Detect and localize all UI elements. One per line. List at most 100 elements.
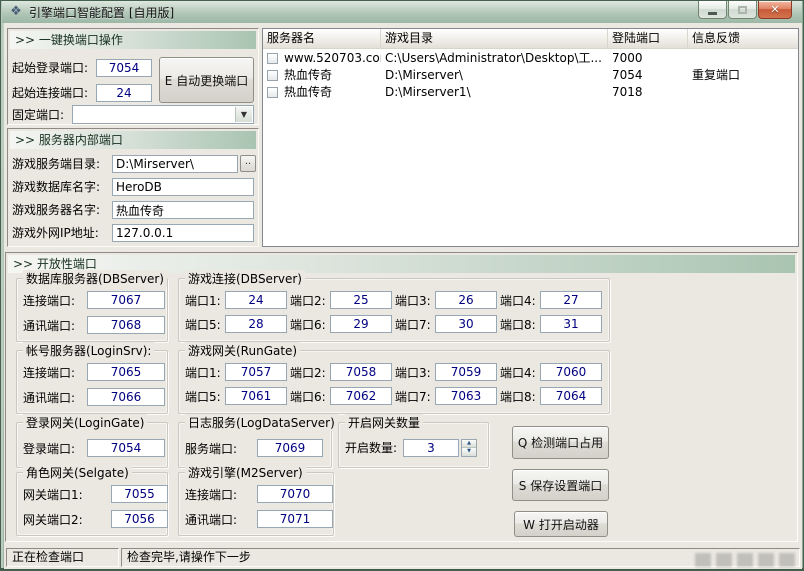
- m2-comm-port-input[interactable]: [257, 510, 333, 528]
- gameconn-port7-input[interactable]: [435, 315, 497, 333]
- group-logingate: 登录网关(LoginGate) 登录端口:: [16, 414, 168, 468]
- titlebar[interactable]: ❖ 引擎端口智能配置 [自用版] ✕: [2, 1, 802, 23]
- chevron-down-icon[interactable]: ▼: [235, 107, 252, 122]
- group-logdata: 日志服务(LogDataServer) 服务端口:: [178, 414, 338, 468]
- close-button[interactable]: ✕: [758, 1, 792, 19]
- port5-label: 端口5:: [185, 317, 221, 332]
- gameconn-port5-input[interactable]: [225, 315, 287, 333]
- group-loginsrv: 帐号服务器(LoginSrv): 连接端口: 通讯端口:: [16, 342, 168, 414]
- gameconn-port6-input[interactable]: [330, 315, 392, 333]
- group-dbserver: 数据库服务器(DBServer) 连接端口: 通讯端口:: [16, 270, 168, 342]
- gate-count-label: 开启数量:: [345, 441, 398, 455]
- column-header-server-name[interactable]: 服务器名: [263, 29, 381, 48]
- maximize-button[interactable]: [728, 1, 757, 19]
- rungate-port1-input[interactable]: [225, 363, 287, 381]
- status-bar: 正在检查端口 检查完毕,请操作下一步: [5, 547, 801, 568]
- port4-label: 端口4:: [500, 293, 536, 308]
- m2-comm-port-label: 通讯端口:: [185, 512, 238, 527]
- db-connect-port-input[interactable]: [87, 291, 165, 309]
- port3-label: 端口3:: [395, 293, 431, 308]
- column-header-game-dir[interactable]: 游戏目录: [381, 29, 608, 48]
- port7-label: 端口7:: [395, 389, 431, 404]
- selgate-port1-input[interactable]: [111, 485, 168, 503]
- open-launcher-button[interactable]: W 打开启动器: [514, 511, 608, 537]
- gate-count-stepper[interactable]: ▲ ▼: [461, 439, 477, 457]
- group-selgate-title: 角色网关(Selgate): [23, 464, 132, 481]
- logdata-port-input[interactable]: [257, 439, 323, 457]
- logdata-port-label: 服务端口:: [185, 441, 238, 456]
- loginsrv-connect-port-label: 连接端口:: [23, 365, 76, 380]
- minimize-icon: [708, 11, 717, 15]
- panel-internal-header: >> 服务器内部端口: [10, 131, 256, 149]
- loginsrv-connect-port-input[interactable]: [87, 363, 165, 381]
- game-ip-input[interactable]: [112, 224, 254, 242]
- start-login-port-input[interactable]: [96, 59, 152, 77]
- minimize-button[interactable]: [698, 1, 727, 19]
- table-row[interactable]: 热血传奇 D:\Mirserver1\ 7018: [263, 83, 798, 100]
- m2-connect-port-label: 连接端口:: [185, 487, 238, 502]
- group-game-connect-title: 游戏连接(DBServer): [185, 270, 305, 287]
- gameconn-port3-input[interactable]: [435, 291, 497, 309]
- stepper-down-icon[interactable]: ▼: [462, 448, 476, 456]
- fixed-port-label: 固定端口:: [12, 108, 65, 122]
- game-server-dir-input[interactable]: [112, 155, 238, 173]
- rungate-port5-input[interactable]: [225, 387, 287, 405]
- port4-label: 端口4:: [500, 365, 536, 380]
- rungate-port7-input[interactable]: [435, 387, 497, 405]
- loginsrv-comm-port-input[interactable]: [87, 388, 165, 406]
- maximize-icon: [738, 5, 747, 14]
- gameconn-port4-input[interactable]: [540, 291, 602, 309]
- row-checkbox[interactable]: [267, 70, 278, 81]
- panel-open-ports: >> 开放性端口 数据库服务器(DBServer) 连接端口: 通讯端口: 游戏…: [5, 252, 798, 542]
- rungate-port6-input[interactable]: [330, 387, 392, 405]
- game-db-name-input[interactable]: [112, 178, 254, 196]
- app-window: ❖ 引擎端口智能配置 [自用版] ✕ >> 一键换端口操作 起始登录端口: 起始…: [0, 0, 804, 571]
- fixed-port-combobox[interactable]: ▼: [72, 105, 254, 124]
- port2-label: 端口2:: [290, 365, 326, 380]
- selgate-port1-label: 网关端口1:: [23, 487, 83, 502]
- db-connect-port-label: 连接端口:: [23, 293, 76, 308]
- rungate-port4-input[interactable]: [540, 363, 602, 381]
- column-header-login-port[interactable]: 登陆端口: [608, 29, 688, 48]
- m2-connect-port-input[interactable]: [257, 485, 333, 503]
- row-checkbox[interactable]: [267, 52, 278, 64]
- rungate-port8-input[interactable]: [540, 387, 602, 405]
- gameconn-port8-input[interactable]: [540, 315, 602, 333]
- logingate-port-input[interactable]: [87, 439, 165, 457]
- game-server-dir-label: 游戏服务端目录:: [12, 157, 101, 171]
- port8-label: 端口8:: [500, 389, 536, 404]
- group-logingate-title: 登录网关(LoginGate): [23, 414, 148, 431]
- cell-login-port: 7000: [612, 50, 643, 65]
- port5-label: 端口5:: [185, 389, 221, 404]
- check-port-usage-button[interactable]: Q 检测端口占用: [512, 426, 609, 459]
- cell-login-port: 7054: [612, 67, 643, 82]
- stepper-up-icon[interactable]: ▲: [462, 440, 476, 448]
- group-loginsrv-title: 帐号服务器(LoginSrv):: [23, 342, 155, 359]
- panel-quick-port: >> 一键换端口操作 起始登录端口: 起始连接端口: E 自动更换端口 固定端口…: [7, 28, 259, 125]
- selgate-port2-input[interactable]: [111, 510, 168, 528]
- table-row[interactable]: 热血传奇 D:\Mirserver\ 7054 重复端口: [263, 66, 798, 83]
- save-port-settings-button[interactable]: S 保存设置端口: [512, 469, 609, 501]
- gate-count-input[interactable]: [403, 439, 459, 457]
- table-row[interactable]: www.520703.com C:\Users\Administrator\De…: [263, 49, 798, 66]
- column-header-feedback[interactable]: 信息反馈: [688, 29, 798, 48]
- port1-label: 端口1:: [185, 365, 221, 380]
- game-server-name-input[interactable]: [112, 201, 254, 219]
- group-gate-count: 开启网关数量 开启数量: ▲ ▼: [338, 414, 489, 468]
- client-area: >> 一键换端口操作 起始登录端口: 起始连接端口: E 自动更换端口 固定端口…: [4, 23, 802, 569]
- panel-server-internal: >> 服务器内部端口 游戏服务端目录: .. 游戏数据库名字: 游戏服务器名字:…: [7, 128, 259, 247]
- group-gate-count-title: 开启网关数量: [345, 414, 424, 431]
- gameconn-port2-input[interactable]: [330, 291, 392, 309]
- db-comm-port-label: 通讯端口:: [23, 318, 76, 333]
- loginsrv-comm-port-label: 通讯端口:: [23, 390, 76, 405]
- app-icon: ❖: [10, 4, 22, 19]
- start-connect-port-input[interactable]: [96, 84, 152, 102]
- auto-change-port-button[interactable]: E 自动更换端口: [159, 57, 254, 103]
- gameconn-port1-input[interactable]: [225, 291, 287, 309]
- row-checkbox[interactable]: [267, 87, 278, 98]
- browse-dir-button[interactable]: ..: [240, 155, 256, 172]
- game-ip-label: 游戏外网IP地址:: [12, 226, 99, 240]
- rungate-port3-input[interactable]: [435, 363, 497, 381]
- db-comm-port-input[interactable]: [87, 316, 165, 334]
- rungate-port2-input[interactable]: [330, 363, 392, 381]
